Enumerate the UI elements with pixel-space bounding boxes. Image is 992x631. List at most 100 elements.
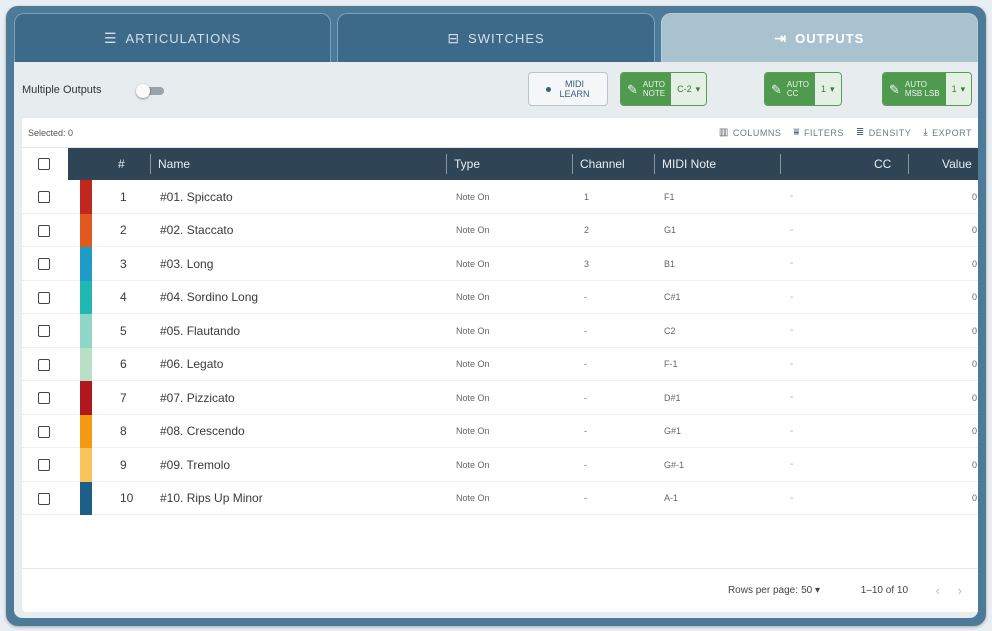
auto-msb-text: AUTO MSB LSB (905, 80, 940, 98)
cell-value: 0 (972, 292, 978, 303)
data-grid: Selected: 0 ▥ COLUMNS ⩸ FILTERS ≣ DENSITY ⤓… (22, 118, 978, 612)
next-page-button[interactable]: › (958, 583, 962, 598)
row-checkbox[interactable] (38, 191, 50, 203)
row-color-swatch (80, 180, 92, 214)
columns-button[interactable]: ▥ COLUMNS (719, 127, 781, 138)
multiple-outputs-toggle[interactable] (136, 84, 166, 98)
export-button[interactable]: ⤓ EXPORT (923, 127, 972, 138)
grid-toolbar: Selected: 0 ▥ COLUMNS ⩸ FILTERS ≣ DENSITY ⤓… (22, 118, 978, 148)
cell-type: Note On (456, 359, 490, 370)
filters-label: FILTERS (803, 127, 844, 138)
auto-cc-value: 1 (820, 84, 826, 94)
cell-type: Note On (456, 292, 490, 303)
auto-msb-button[interactable]: ✎ AUTO MSB LSB (883, 73, 946, 105)
row-checkbox[interactable] (38, 392, 50, 404)
cell-channel: 2 (584, 225, 590, 236)
row-checkbox[interactable] (38, 224, 50, 237)
row-checkbox[interactable] (38, 425, 50, 438)
cell-midi-note: F1 (664, 191, 675, 202)
app-frame: ☰ ARTICULATIONS ⊟ SWITCHES ⇥ OUTPUTS Mul… (6, 6, 986, 626)
tab-outputs[interactable]: ⇥ OUTPUTS (660, 13, 978, 62)
row-checkbox[interactable] (38, 258, 50, 270)
column-separator[interactable] (908, 154, 909, 174)
auto-note-button[interactable]: ✎ AUTO NOTE (621, 73, 672, 105)
cell-number: 6 (120, 357, 127, 372)
table-row[interactable]: 9 #09. Tremolo Note On - G#-1 - 0 (22, 448, 978, 482)
col-header-cc[interactable]: CC (874, 148, 891, 180)
cell-value: 0 (972, 459, 978, 470)
row-checkbox[interactable] (38, 492, 50, 505)
row-checkbox[interactable] (38, 459, 50, 471)
cell-name: #07. Pizzicato (160, 390, 235, 405)
auto-cc-line2: CC (786, 89, 799, 98)
table-row[interactable]: 3 #03. Long Note On 3 B1 - 0 (22, 247, 978, 281)
column-separator[interactable] (654, 154, 655, 174)
cell-value: 0 (972, 225, 978, 236)
midi-learn-button[interactable]: MIDI LEARN (528, 72, 608, 106)
prev-page-button[interactable]: ‹ (936, 583, 940, 598)
column-separator[interactable] (780, 154, 781, 174)
auto-cc-button[interactable]: ✎ AUTO CC (765, 73, 815, 105)
table-row[interactable]: 5 #05. Flautando Note On - C2 - 0 (22, 314, 978, 348)
auto-note-line2: NOTE (642, 89, 666, 98)
cell-name: #10. Rips Up Minor (160, 491, 263, 506)
row-color-swatch (80, 213, 92, 247)
select-all-checkbox[interactable] (38, 158, 50, 170)
tab-articulations[interactable]: ☰ ARTICULATIONS (14, 13, 332, 62)
cell-midi-note: B1 (664, 258, 676, 269)
auto-msb-value: 1 (951, 84, 957, 94)
table-row[interactable]: 10 #10. Rips Up Minor Note On - A-1 - 0 (22, 481, 978, 515)
rows-per-page-label: Rows per page: (727, 585, 798, 596)
toggle-knob (136, 84, 150, 98)
cell-name: #02. Staccato (160, 223, 234, 238)
cell-number: 10 (120, 491, 134, 506)
table-row[interactable]: 8 #08. Crescendo Note On - G#1 - 0 (22, 414, 978, 448)
auto-note-text: AUTO NOTE (643, 80, 665, 98)
cell-midi-note: F-1 (664, 359, 678, 370)
row-checkbox[interactable] (38, 325, 50, 337)
col-header-midi-note[interactable]: MIDI Note (662, 148, 716, 180)
cell-type: Note On (456, 325, 490, 336)
table-row[interactable]: 2 #02. Staccato Note On 2 G1 - 0 (22, 213, 978, 247)
cell-number: 9 (120, 457, 127, 472)
column-separator[interactable] (446, 154, 447, 174)
table-row[interactable]: 6 #06. Legato Note On - F-1 - 0 (22, 347, 978, 381)
column-separator[interactable] (150, 154, 151, 174)
row-color-swatch (80, 448, 92, 482)
cell-name: #01. Spiccato (160, 189, 233, 204)
wand-icon: ✎ (627, 81, 638, 97)
multiple-outputs-label: Multiple Outputs (22, 84, 102, 96)
density-button[interactable]: ≣ DENSITY (856, 127, 911, 138)
column-separator[interactable] (572, 154, 573, 174)
chevron-down-icon: ▾ (695, 83, 701, 94)
table-row[interactable]: 1 #01. Spiccato Note On 1 F1 - 0 (22, 180, 978, 214)
grid-tools: ▥ COLUMNS ⩸ FILTERS ≣ DENSITY ⤓ EXPORT (719, 127, 972, 138)
cell-cc: - (790, 392, 794, 404)
auto-msb-select[interactable]: 1 ▾ (945, 73, 972, 105)
cell-type: Note On (456, 493, 490, 504)
col-header-number[interactable]: # (118, 148, 125, 180)
col-header-channel[interactable]: Channel (580, 148, 625, 180)
tab-label: OUTPUTS (795, 30, 865, 46)
col-header-name[interactable]: Name (158, 148, 190, 180)
auto-cc-group: ✎ AUTO CC 1 ▾ (764, 72, 842, 106)
table-row[interactable]: 7 #07. Pizzicato Note On - D#1 - 0 (22, 381, 978, 415)
row-checkbox[interactable] (38, 358, 50, 371)
rows-per-page-select[interactable]: 50 ▾ (801, 585, 820, 596)
auto-cc-select[interactable]: 1 ▾ (814, 73, 841, 105)
columns-label: COLUMNS (732, 127, 782, 138)
row-color-swatch (80, 280, 92, 314)
cell-type: Note On (456, 426, 490, 437)
filters-button[interactable]: ⩸ FILTERS (793, 127, 843, 138)
cell-type: Note On (456, 258, 490, 269)
auto-note-select[interactable]: C-2 ▾ (671, 73, 707, 105)
tab-switches[interactable]: ⊟ SWITCHES (337, 13, 655, 62)
col-header-value[interactable]: Value (942, 148, 972, 180)
cell-midi-note: G#1 (664, 426, 682, 437)
auto-cc-text: AUTO CC (787, 80, 809, 98)
row-color-swatch (80, 247, 92, 281)
col-header-type[interactable]: Type (454, 148, 480, 180)
table-row[interactable]: 4 #04. Sordino Long Note On - C#1 - 0 (22, 280, 978, 314)
tab-bar: ☰ ARTICULATIONS ⊟ SWITCHES ⇥ OUTPUTS (14, 6, 978, 62)
row-checkbox[interactable] (38, 291, 50, 304)
